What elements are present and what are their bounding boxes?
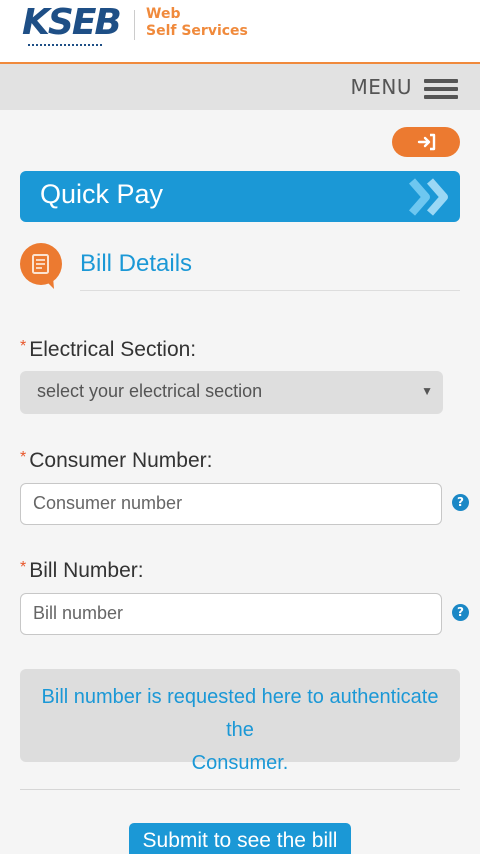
section-title: Bill Details bbox=[80, 250, 193, 277]
logout-button[interactable] bbox=[392, 127, 460, 157]
info-message-line1: Bill number is requested here to authent… bbox=[41, 686, 439, 741]
logo-tagline bbox=[28, 44, 102, 47]
quick-pay-header[interactable]: Quick Pay bbox=[20, 171, 460, 222]
info-message-line2: Consumer. bbox=[191, 752, 289, 774]
menu-label[interactable]: MENU bbox=[351, 75, 413, 99]
app-header: KSEB Web Self Services bbox=[0, 0, 480, 64]
required-marker: * bbox=[20, 338, 27, 355]
hamburger-icon[interactable] bbox=[424, 79, 458, 99]
bill-number-placeholder: Bill number bbox=[33, 603, 124, 623]
menu-bar: MENU bbox=[0, 64, 480, 110]
electrical-section-select-value: select your electrical section bbox=[37, 381, 263, 401]
electrical-section-label-text: Electrical Section: bbox=[29, 338, 197, 361]
electrical-section-select[interactable]: select your electrical section ▼ bbox=[20, 371, 443, 414]
bill-number-help-icon[interactable]: ? bbox=[452, 604, 469, 621]
logo-text: KSEB bbox=[22, 2, 122, 43]
consumer-number-help-icon[interactable]: ? bbox=[452, 494, 469, 511]
bill-number-label-text: Bill Number: bbox=[29, 559, 144, 582]
consumer-number-input[interactable]: Consumer number bbox=[20, 483, 442, 525]
consumer-number-placeholder: Consumer number bbox=[33, 493, 183, 513]
double-chevron-right-icon bbox=[408, 178, 448, 216]
logo-divider bbox=[134, 10, 135, 40]
quick-pay-title: Quick Pay bbox=[40, 179, 164, 209]
kseb-logo[interactable]: KSEB bbox=[22, 4, 134, 52]
electrical-section-label: * Electrical Section: bbox=[20, 338, 196, 362]
consumer-number-label: * Consumer Number: bbox=[20, 449, 212, 473]
site-title-line2: Self Services bbox=[146, 23, 248, 39]
section-divider bbox=[80, 290, 460, 291]
required-marker: * bbox=[20, 559, 27, 576]
submit-button[interactable]: Submit to see the bill bbox=[129, 823, 351, 854]
form-divider bbox=[20, 789, 460, 790]
bill-number-input[interactable]: Bill number bbox=[20, 593, 442, 635]
consumer-number-label-text: Consumer Number: bbox=[29, 449, 213, 472]
info-message-box: Bill number is requested here to authent… bbox=[20, 669, 460, 774]
site-title: Web Self Services bbox=[146, 6, 248, 40]
logout-icon bbox=[417, 133, 436, 151]
bill-document-icon bbox=[20, 243, 62, 289]
dropdown-arrow-icon: ▼ bbox=[421, 384, 433, 398]
bill-number-label: * Bill Number: bbox=[20, 559, 144, 583]
site-title-line1: Web bbox=[146, 6, 181, 22]
required-marker: * bbox=[20, 449, 27, 466]
